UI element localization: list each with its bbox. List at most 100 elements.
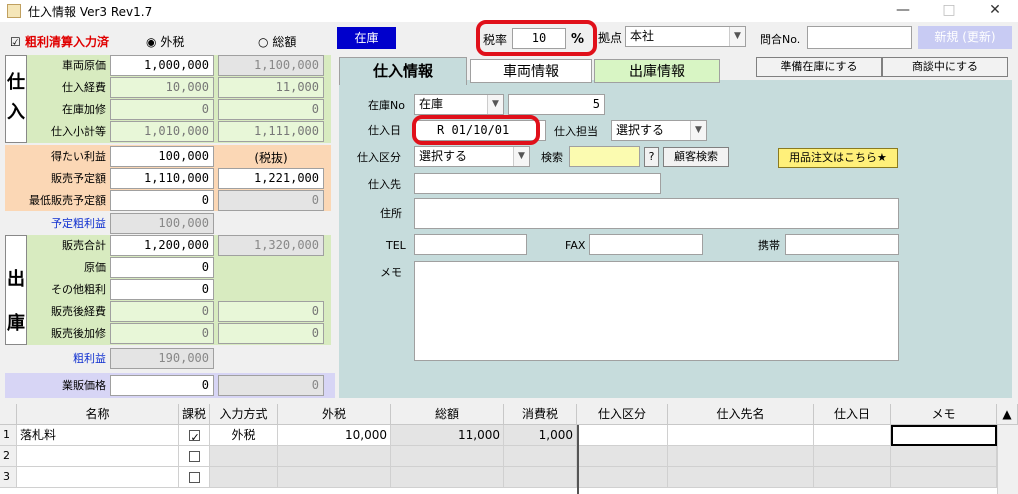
grid-cell-category[interactable] — [577, 446, 668, 467]
inquiry-input[interactable] — [807, 26, 912, 49]
grid-header[interactable]: 外税 — [278, 404, 391, 425]
tab-shipping-info[interactable]: 出庫情報 — [594, 59, 720, 83]
desired-profit-input[interactable]: 100,000 — [110, 146, 214, 167]
memo-label: メモ — [380, 266, 402, 279]
grid-cell-taxable[interactable] — [179, 446, 210, 467]
grid-cell-memo[interactable] — [891, 446, 997, 467]
grid-header[interactable]: メモ — [891, 404, 997, 425]
base-select[interactable]: 本社 ▼ — [625, 26, 746, 47]
purchase-expense-value: 10,000 — [110, 77, 214, 98]
planned-gross-label: 予定粗利益 — [51, 217, 106, 230]
grid-cell-supplier[interactable] — [668, 467, 814, 488]
grid-header[interactable]: 課税 — [179, 404, 210, 425]
memo-textarea[interactable] — [414, 261, 899, 361]
grid-cell-tax-excl[interactable] — [278, 446, 391, 467]
grid-scrollbar[interactable] — [997, 425, 1018, 494]
radio-total[interactable]: ○ 総額 — [258, 33, 296, 50]
order-supplies-button[interactable]: 用品注文はこちら★ — [778, 148, 898, 168]
gross-profit-value: 190,000 — [110, 348, 214, 369]
row-label: 車両原価 — [62, 59, 106, 72]
search-input[interactable] — [569, 146, 640, 167]
sales-total-taxed: 1,320,000 — [218, 235, 324, 256]
planned-sale-input[interactable]: 1,110,000 — [110, 168, 214, 189]
row-label: 販売後経費 — [51, 305, 106, 318]
grid-cell-tax-excl[interactable]: 10,000 — [278, 425, 391, 446]
chevron-down-icon: ▼ — [513, 147, 529, 166]
category-select[interactable]: 選択する ▼ — [414, 146, 530, 167]
search-help-button[interactable]: ? — [644, 147, 659, 167]
chevron-down-icon: ▼ — [729, 27, 745, 46]
tab-purchase-info[interactable]: 仕入情報 — [339, 57, 467, 85]
prep-stock-button[interactable]: 準備在庫にする — [756, 57, 882, 77]
chevron-down-icon: ▼ — [487, 95, 503, 114]
grid-cell-memo-selected[interactable] — [891, 425, 997, 446]
purchase-date-label: 仕入日 — [368, 124, 401, 137]
grid-cell-date[interactable] — [814, 425, 891, 446]
grid-cell-supplier[interactable] — [668, 425, 814, 446]
close-button[interactable]: ✕ — [972, 0, 1018, 22]
customer-search-button[interactable]: 顧客検索 — [663, 147, 729, 167]
grid-cell-taxable[interactable]: ✓ — [179, 425, 210, 446]
inquiry-label: 問合No. — [760, 33, 801, 46]
scroll-up-icon[interactable]: ▲ — [997, 404, 1018, 425]
planned-sale-taxed-input[interactable]: 1,221,000 — [218, 168, 324, 189]
sales-total-input[interactable]: 1,200,000 — [110, 235, 214, 256]
grid-header[interactable]: 総額 — [391, 404, 504, 425]
grid-cell-memo[interactable] — [891, 467, 997, 488]
row-label: 在庫加修 — [62, 103, 106, 116]
planned-gross-value: 100,000 — [110, 213, 214, 234]
post-sale-expense-taxed: 0 — [218, 301, 324, 322]
grid-cell-name[interactable] — [17, 446, 179, 467]
negotiating-button[interactable]: 商談中にする — [882, 57, 1008, 77]
tel-input[interactable] — [414, 234, 527, 255]
grid-cell-method[interactable] — [210, 446, 278, 467]
purchase-subtotal-taxed: 1,111,000 — [218, 121, 324, 142]
radio-tax-excl[interactable]: ◉ 外税 — [146, 33, 184, 50]
stock-no-type-select[interactable]: 在庫 ▼ — [414, 94, 504, 115]
grid-cell-total — [391, 446, 504, 467]
min-sale-label: 最低販売予定額 — [29, 194, 106, 207]
tab-vehicle-info[interactable]: 車両情報 — [470, 59, 592, 83]
settlement-checkbox[interactable]: ☑ 粗利清算入力済 — [10, 33, 109, 50]
row-number: 3 — [0, 467, 17, 488]
grid-cell-method[interactable] — [210, 467, 278, 488]
dealer-price-label: 業販価格 — [62, 379, 106, 392]
vehicle-cost-input[interactable]: 1,000,000 — [110, 55, 214, 76]
min-sale-input[interactable]: 0 — [110, 190, 214, 211]
stock-status-button[interactable]: 在庫 — [337, 27, 396, 49]
grid-cell-name[interactable]: 落札料 — [17, 425, 179, 446]
address-input[interactable] — [414, 198, 899, 229]
radio-selected-icon: ◉ — [146, 35, 157, 49]
cost-input[interactable]: 0 — [110, 257, 214, 278]
dealer-price-input[interactable]: 0 — [110, 375, 214, 396]
grid-cell-tax-excl[interactable] — [278, 467, 391, 488]
radio-total-label: 総額 — [272, 35, 297, 49]
category-label: 仕入区分 — [357, 151, 401, 164]
grid-cell-date[interactable] — [814, 446, 891, 467]
supplier-input[interactable] — [414, 173, 661, 194]
new-update-button[interactable]: 新規 (更新) — [918, 26, 1012, 49]
grid-header[interactable]: 仕入先名 — [668, 404, 814, 425]
grid-header[interactable]: 名称 — [17, 404, 179, 425]
grid-cell-name[interactable] — [17, 467, 179, 488]
grid-cell-supplier[interactable] — [668, 446, 814, 467]
grid-cell-method[interactable]: 外税 — [210, 425, 278, 446]
vehicle-cost-taxed: 1,100,000 — [218, 55, 324, 76]
maximize-button[interactable]: □ — [926, 0, 972, 22]
grid-cell-category[interactable] — [577, 425, 668, 446]
grid-header[interactable]: 消費税 — [504, 404, 577, 425]
grid-header[interactable]: 仕入区分 — [577, 404, 668, 425]
base-label: 拠点 — [598, 31, 623, 45]
grid-cell-category[interactable] — [577, 467, 668, 488]
grid-cell-taxable[interactable] — [179, 467, 210, 488]
grid-header[interactable]: 仕入日 — [814, 404, 891, 425]
grid-header[interactable]: 入力方式 — [210, 404, 278, 425]
minimize-button[interactable]: — — [880, 0, 926, 22]
other-gross-input[interactable]: 0 — [110, 279, 214, 300]
row-label: 販売合計 — [62, 239, 106, 252]
mobile-input[interactable] — [785, 234, 899, 255]
fax-input[interactable] — [589, 234, 703, 255]
staff-select[interactable]: 選択する ▼ — [611, 120, 707, 141]
stock-no-input[interactable]: 5 — [508, 94, 605, 115]
grid-cell-date[interactable] — [814, 467, 891, 488]
